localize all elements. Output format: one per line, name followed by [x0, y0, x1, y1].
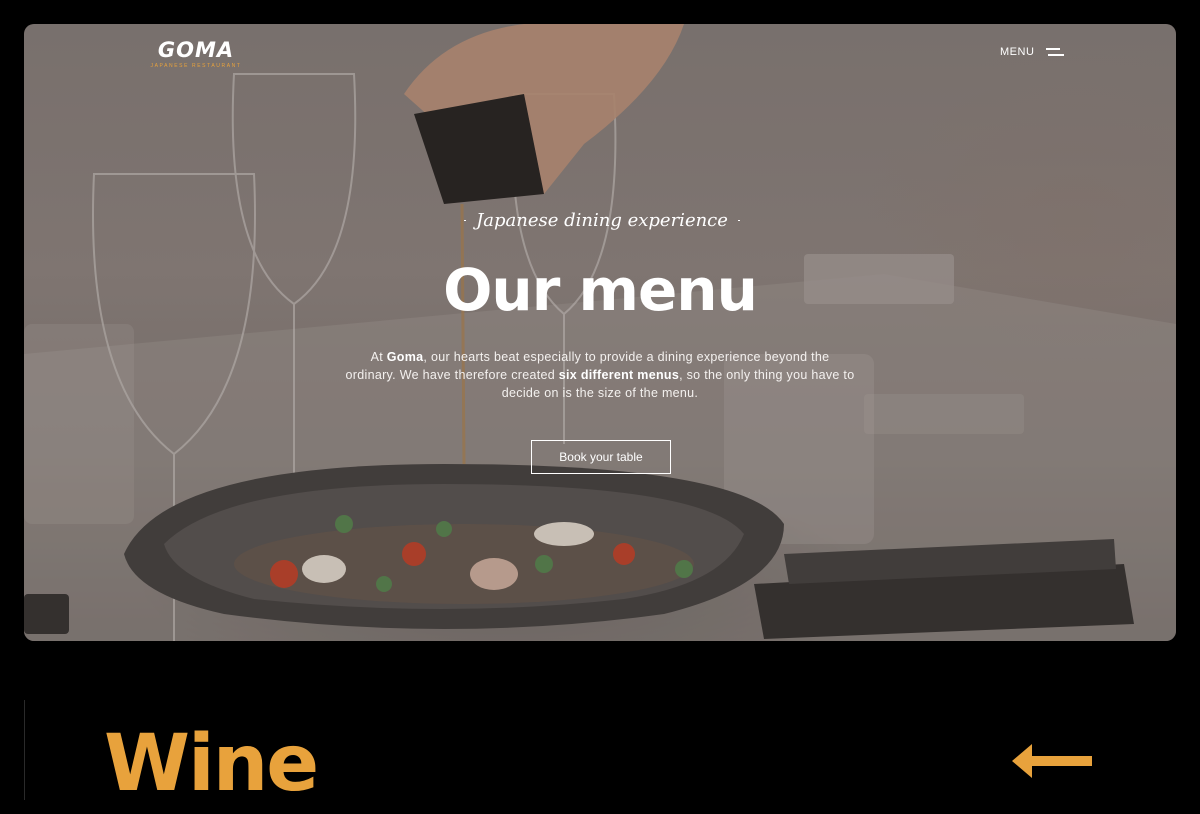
section-divider: [24, 700, 25, 800]
section-title: Wine: [104, 719, 319, 809]
hamburger-icon: [1046, 48, 1065, 56]
desc-brand: Goma: [386, 350, 424, 364]
desc-highlight: six different menus: [558, 368, 680, 382]
tagline-text: Japanese dining experience: [476, 209, 728, 231]
menu-toggle-button[interactable]: MENU: [1000, 43, 1065, 61]
page-title: Our menu: [443, 256, 758, 324]
tagline-dash-left: [464, 219, 467, 221]
menu-label: MENU: [1000, 46, 1035, 58]
hero-overlay: [24, 24, 1176, 641]
brand-logo[interactable]: GOMA JAPANESE RESTAURANT: [140, 38, 252, 84]
arrow-left-icon[interactable]: [1010, 738, 1094, 784]
book-table-button[interactable]: Book your table: [531, 440, 671, 474]
logo-subtitle: JAPANESE RESTAURANT: [150, 63, 242, 69]
hero-tagline: Japanese dining experience: [464, 204, 740, 236]
desc-text: At: [370, 350, 387, 364]
hero-description: At Goma, our hearts beat especially to p…: [344, 348, 856, 402]
hero-banner: GOMA JAPANESE RESTAURANT MENU Japanese d…: [24, 24, 1176, 641]
logo-wordmark: GOMA: [157, 38, 235, 62]
tagline-dash-right: [737, 219, 740, 221]
